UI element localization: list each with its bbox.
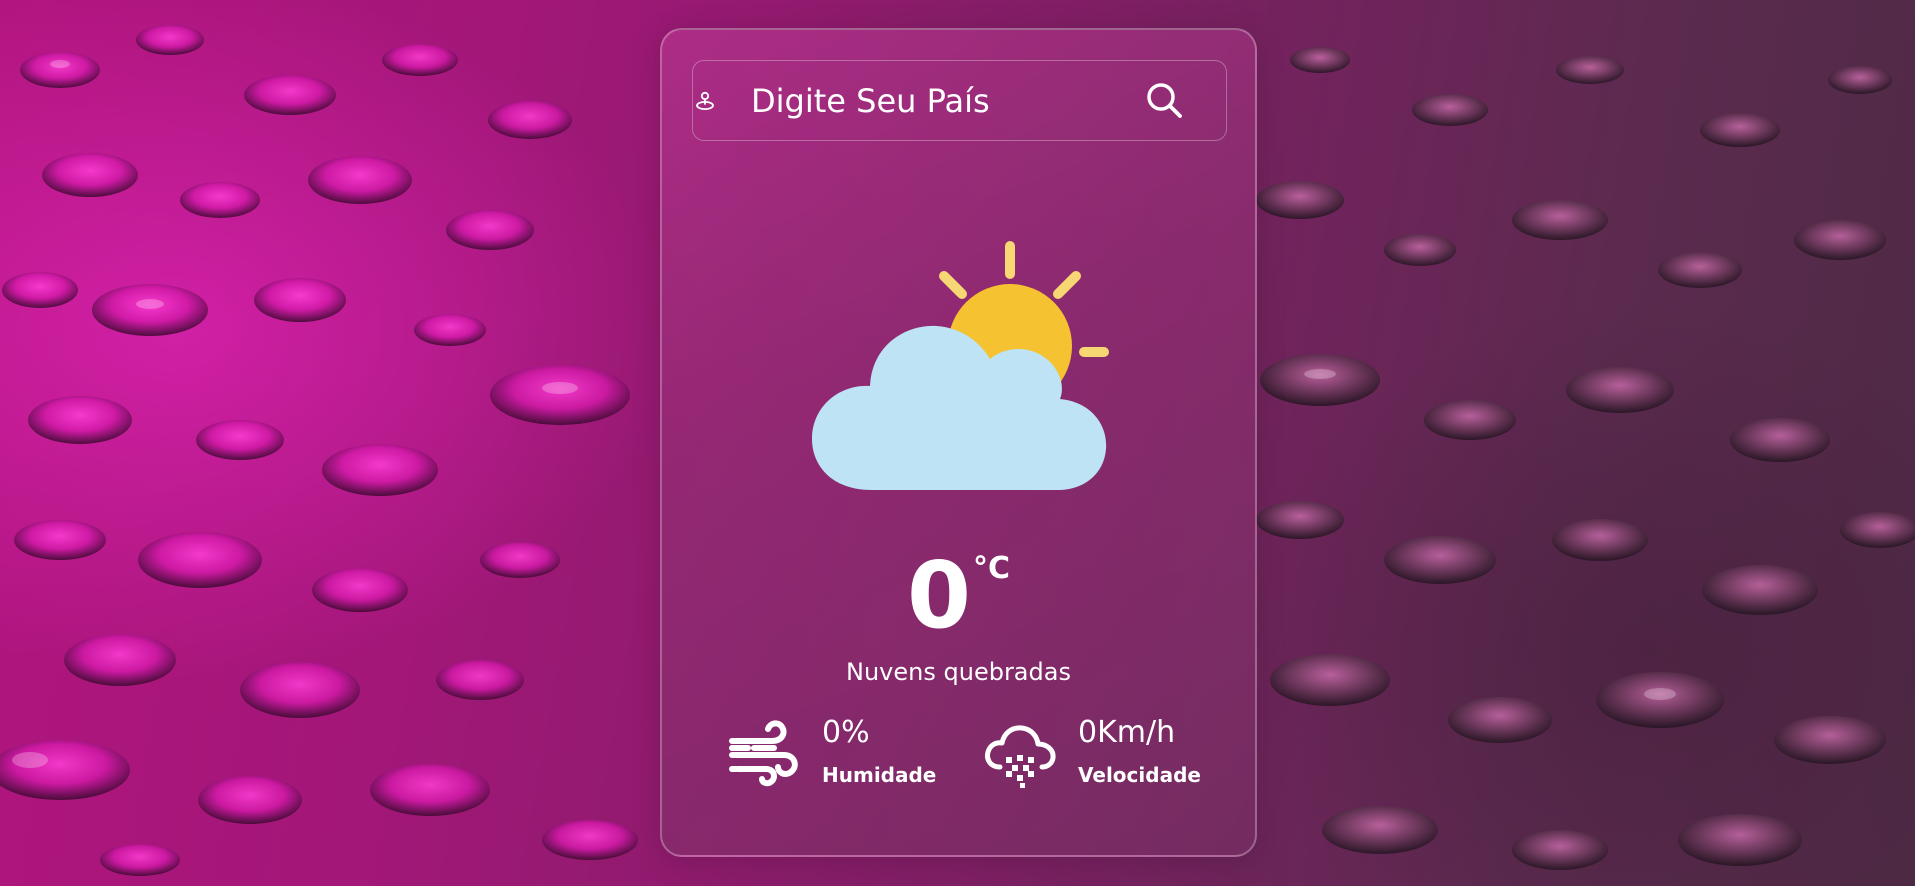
partly-cloudy-icon	[812, 241, 1109, 490]
humidity-label: Humidade	[822, 763, 937, 787]
weather-description: Nuvens quebradas	[846, 658, 1071, 686]
humidity-detail: 0% Humidade	[728, 715, 958, 795]
temperature-value: 0	[906, 542, 971, 649]
humidity-value: 0%	[822, 715, 870, 750]
country-search-input[interactable]	[751, 77, 1131, 125]
temperature-display: 0°C	[662, 550, 1255, 642]
weather-card: 0°C Nuvens quebradas 0% Humidade	[660, 28, 1257, 857]
location-pin-icon	[696, 91, 714, 110]
wind-speed-label: Velocidade	[1078, 763, 1201, 787]
wind-speed-detail: 0Km/h Velocidade	[984, 715, 1224, 795]
wind-icon	[729, 720, 798, 787]
search-icon	[1147, 83, 1182, 118]
cloud-rain-icon	[985, 725, 1056, 788]
search-button[interactable]	[1143, 79, 1187, 123]
temperature-unit: °C	[972, 551, 1011, 586]
search-bar	[692, 60, 1227, 141]
wind-speed-value: 0Km/h	[1078, 715, 1176, 750]
